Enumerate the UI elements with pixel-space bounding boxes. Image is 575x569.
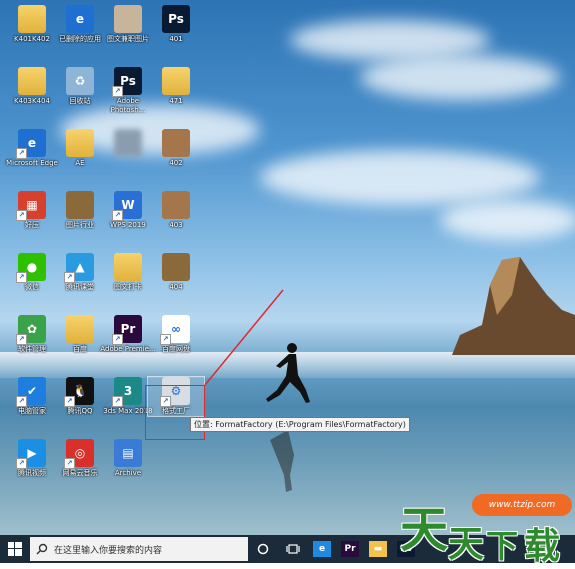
start-button[interactable] — [0, 535, 30, 563]
search-input[interactable]: 在这里输入你要搜索的内容 — [30, 537, 248, 561]
taskbar-edge-button[interactable]: e — [308, 535, 336, 563]
site-watermark: 天 天 下 载 www.ttzip.com — [400, 485, 575, 567]
taskbar-file-explorer-button[interactable]: ▬ — [364, 535, 392, 563]
taskbar-premiere-button[interactable]: Pr — [336, 535, 364, 563]
search-placeholder: 在这里输入你要搜索的内容 — [54, 545, 163, 556]
task-view-button[interactable] — [278, 535, 308, 563]
cortana-circle-icon — [257, 543, 269, 555]
cortana-button[interactable] — [248, 535, 278, 563]
windows-icon — [8, 542, 22, 556]
task-view-icon — [286, 544, 300, 554]
watermark-char: 载 — [524, 526, 561, 567]
watermark-char: 天 — [400, 502, 449, 558]
pointer-arrow — [204, 289, 284, 386]
desktop[interactable]: K401K402 e 已删除的应用 图文兼职图片 Ps 401 K403K404 ♻ 回收站 Ps… — [0, 0, 575, 535]
watermark-char: 天 — [448, 524, 485, 565]
location-tooltip: 位置: FormatFactory (E:\Program Files\Form… — [190, 417, 410, 432]
premiere-icon: Pr — [341, 541, 359, 557]
watermark-char: 下 — [486, 527, 519, 565]
file-explorer-icon: ▬ — [369, 541, 387, 557]
edge-icon: e — [313, 541, 331, 557]
search-icon — [36, 543, 48, 555]
watermark-url: www.ttzip.com — [472, 494, 572, 516]
